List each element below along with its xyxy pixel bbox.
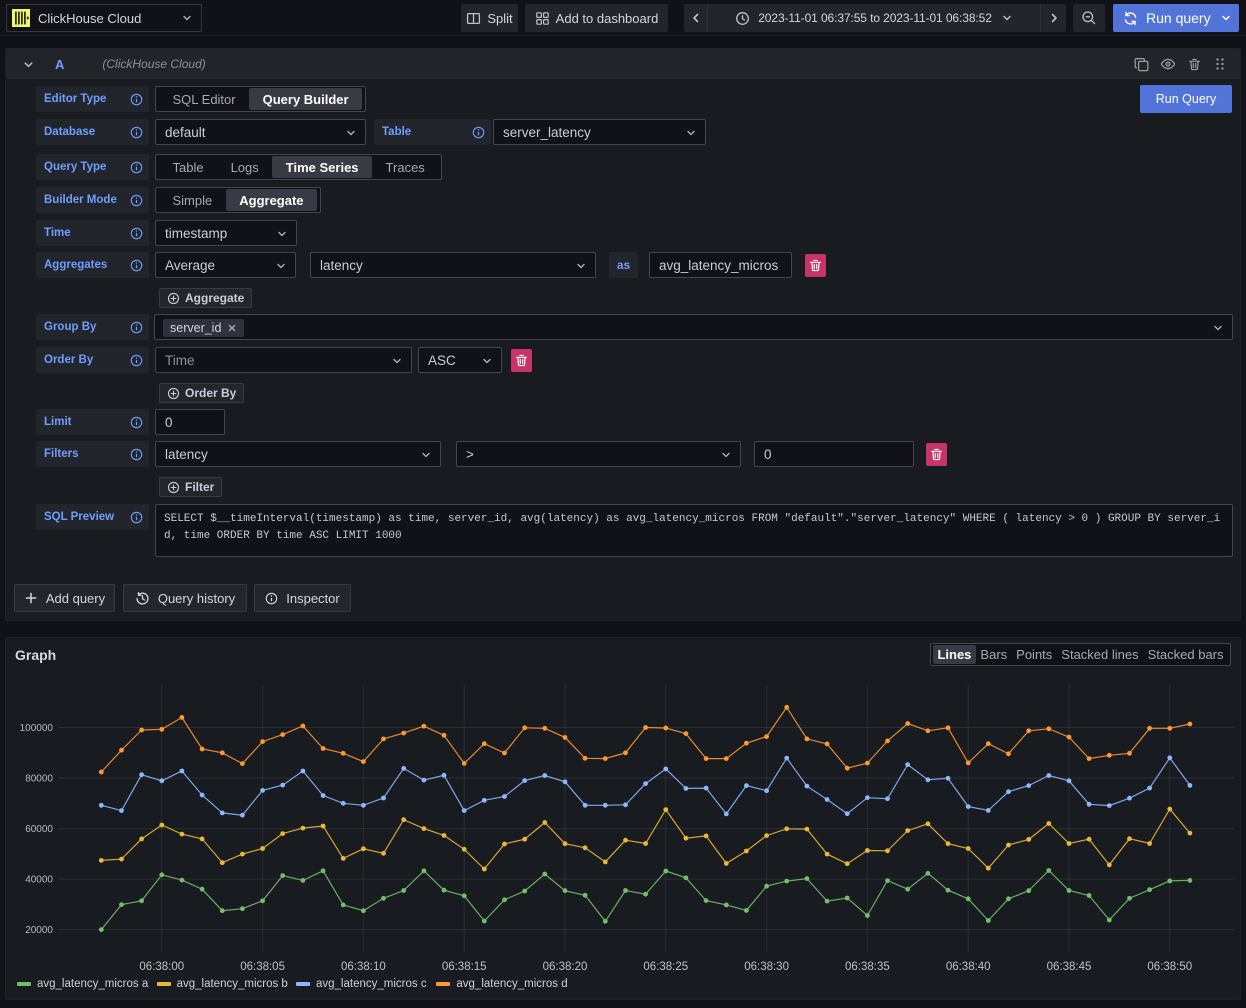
svg-text:20000: 20000 — [25, 925, 53, 936]
svg-text:06:38:05: 06:38:05 — [240, 961, 285, 973]
svg-text:06:38:20: 06:38:20 — [543, 961, 588, 973]
svg-text:06:38:10: 06:38:10 — [341, 961, 386, 973]
svg-text:06:38:45: 06:38:45 — [1047, 961, 1092, 973]
svg-text:06:38:50: 06:38:50 — [1147, 961, 1192, 973]
svg-text:06:38:00: 06:38:00 — [139, 961, 184, 973]
svg-text:06:38:40: 06:38:40 — [946, 961, 991, 973]
svg-text:06:38:35: 06:38:35 — [845, 961, 890, 973]
svg-text:100000: 100000 — [20, 723, 54, 734]
svg-text:60000: 60000 — [25, 824, 53, 835]
svg-text:40000: 40000 — [25, 875, 53, 886]
svg-text:06:38:15: 06:38:15 — [442, 961, 487, 973]
svg-text:80000: 80000 — [25, 774, 53, 785]
svg-text:06:38:30: 06:38:30 — [744, 961, 789, 973]
svg-text:06:38:25: 06:38:25 — [643, 961, 688, 973]
